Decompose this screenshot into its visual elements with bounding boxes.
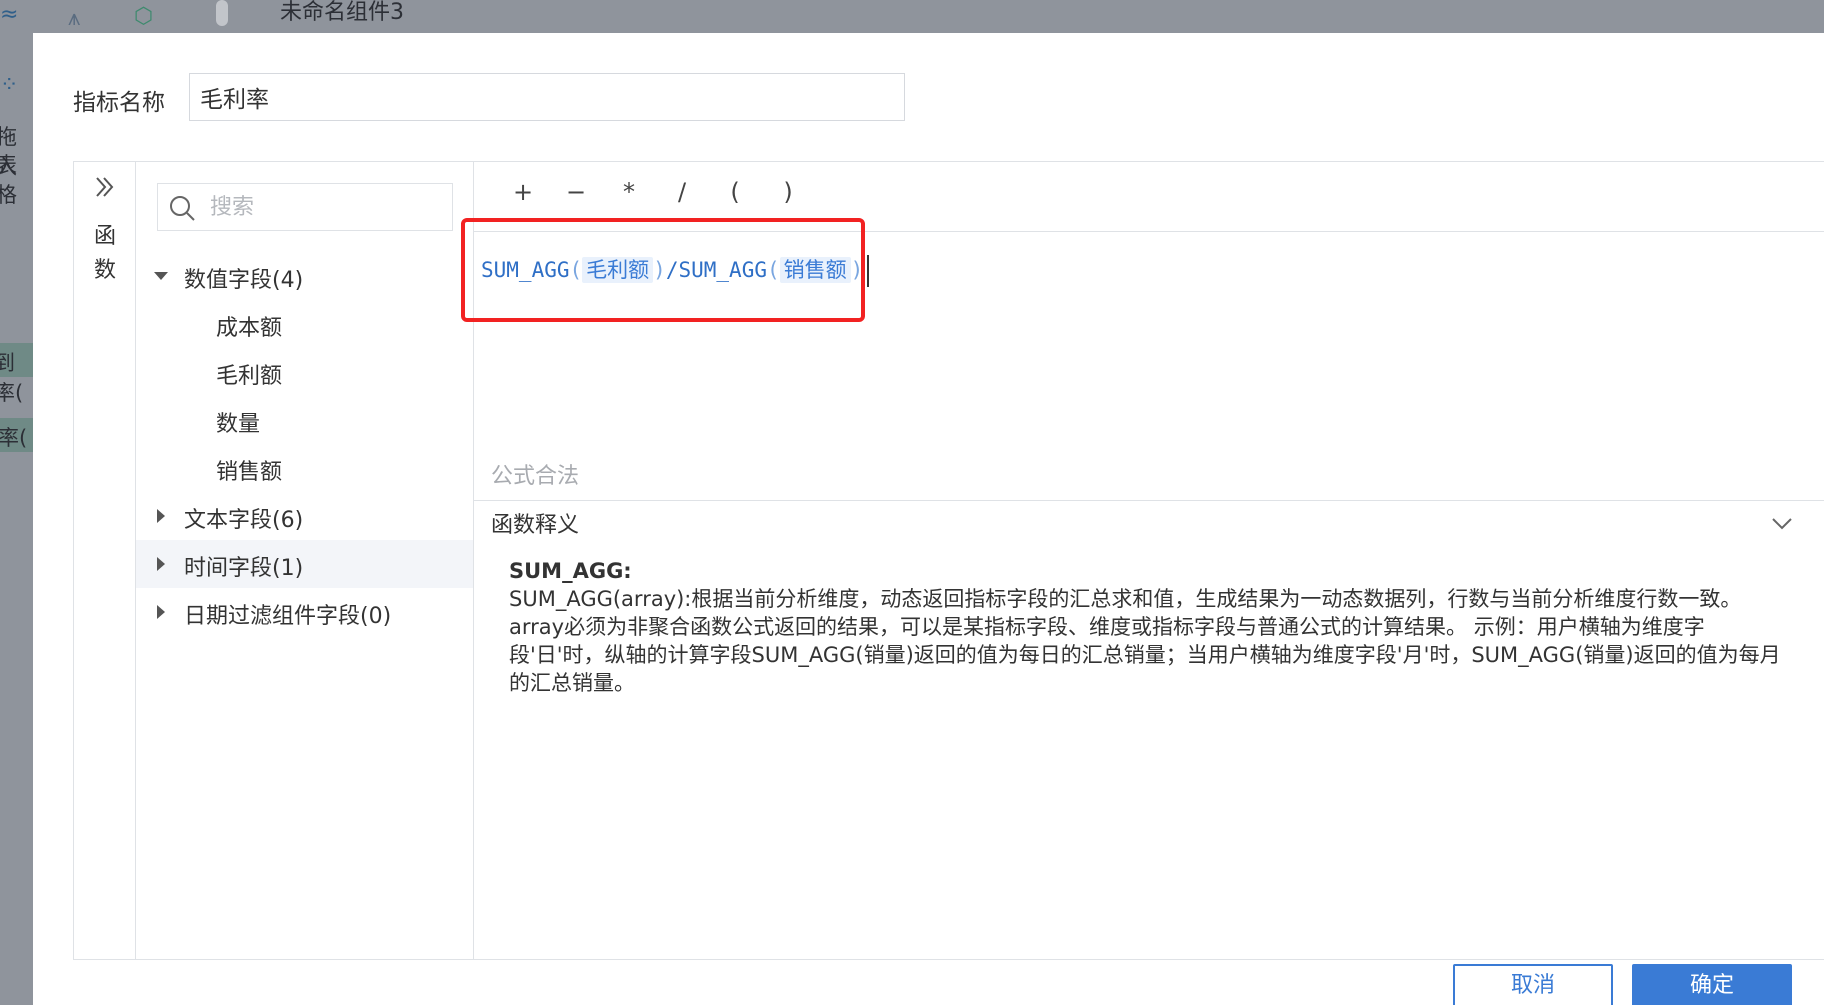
function-name: SUM_AGG:: [509, 559, 632, 583]
bg-text-fragment: 率(: [0, 426, 28, 450]
field-group-time[interactable]: 时间字段(1): [136, 540, 473, 588]
operator-open-paren-button[interactable]: (: [720, 178, 750, 206]
mountain-chart-icon: ⩚: [68, 6, 81, 31]
metric-name-input[interactable]: [189, 73, 905, 121]
field-item-label: 成本额: [216, 316, 283, 341]
function-explanation-body: SUM_AGG: SUM_AGG(array):根据当前分析维度，动态返回指标字…: [509, 557, 1784, 697]
field-item[interactable]: 毛利额: [136, 348, 473, 396]
text-cursor: [867, 255, 870, 287]
field-list-panel: 数值字段(4) 成本额 毛利额 数量 销售额 文本字段(6) 时间字段(1) 日…: [136, 162, 474, 959]
operator-multiply-button[interactable]: *: [614, 178, 644, 206]
formula-operator: /: [665, 258, 679, 282]
formula-editor-panel: 函数 数值字段(4) 成本额 毛利额 数量 销售额: [73, 161, 1824, 960]
search-box[interactable]: [157, 183, 453, 231]
scatter-icon: ⁘: [0, 73, 19, 98]
caret-down-icon[interactable]: [151, 266, 171, 286]
caret-right-icon[interactable]: [151, 506, 171, 526]
functions-label[interactable]: 函数: [88, 220, 122, 288]
field-group-label: 日期过滤组件字段(0): [184, 604, 392, 629]
formula-editor: + − * / ( ) SUM_AGG(毛利额)/SUM_AGG(销售额) 公式…: [461, 162, 1824, 959]
function-explanation-title: 函数释义: [491, 513, 580, 538]
formula-paren: (: [767, 258, 780, 282]
component-title: 未命名组件3: [280, 0, 404, 25]
operator-toolbar: + − * / ( ): [474, 162, 1824, 232]
field-item[interactable]: 成本额: [136, 300, 473, 348]
hexagon-icon: ⬡: [134, 4, 154, 29]
formula-validity-status: 公式合法: [491, 464, 580, 489]
confirm-button[interactable]: 确定: [1632, 964, 1792, 1005]
field-item-label: 毛利额: [216, 364, 283, 389]
field-group-text[interactable]: 文本字段(6): [136, 492, 473, 540]
field-group-date-filter[interactable]: 日期过滤组件字段(0): [136, 588, 473, 636]
background-scrollbar: [216, 0, 228, 26]
formula-input[interactable]: SUM_AGG(毛利额)/SUM_AGG(销售额): [481, 254, 870, 287]
operator-divide-button[interactable]: /: [667, 178, 697, 206]
chevron-down-icon[interactable]: [1770, 511, 1794, 535]
caret-right-icon[interactable]: [151, 554, 171, 574]
function-explanation-header[interactable]: 函数释义: [474, 500, 1824, 544]
formula-paren: (: [569, 258, 583, 282]
formula-field-tag[interactable]: 销售额: [779, 257, 851, 283]
cancel-button[interactable]: 取消: [1453, 964, 1613, 1005]
search-input[interactable]: [210, 184, 446, 230]
formula-field-tag[interactable]: 毛利额: [582, 257, 654, 283]
field-group-label: 时间字段(1): [184, 556, 304, 581]
field-item-label: 数量: [216, 412, 261, 437]
field-tree: 数值字段(4) 成本额 毛利额 数量 销售额 文本字段(6) 时间字段(1) 日…: [136, 252, 473, 636]
function-description: SUM_AGG(array):根据当前分析维度，动态返回指标字段的汇总求和值，生…: [509, 587, 1781, 695]
operator-plus-button[interactable]: +: [508, 178, 538, 206]
field-item-label: 销售额: [216, 460, 283, 485]
operator-close-paren-button[interactable]: ): [773, 178, 803, 206]
formula-function: SUM_AGG: [481, 258, 570, 282]
metric-name-label: 指标名称: [73, 90, 165, 116]
field-group-label: 文本字段(6): [184, 508, 304, 533]
formula-paren: ): [653, 258, 666, 282]
function-panel-toggle[interactable]: 函数: [74, 162, 136, 959]
formula-function: SUM_AGG: [678, 258, 767, 282]
bg-text-fragment: 表格: [0, 153, 17, 207]
formula-dialog: 指标名称 函数 数值字段(4): [33, 33, 1824, 1005]
background-sidebar: ⁘ 拖入 表格 到率( 率(: [0, 33, 33, 1005]
field-group-label: 数值字段(4): [184, 268, 304, 293]
bg-text-fragment: 到率(: [0, 351, 24, 405]
search-icon: [170, 196, 195, 221]
chart-line-icon: ≈: [0, 2, 19, 27]
background-header: ≈ ⩚ ⬡ 未命名组件3: [0, 0, 1824, 33]
double-chevron-right-icon[interactable]: [90, 172, 120, 202]
field-group-numeric[interactable]: 数值字段(4): [136, 252, 473, 300]
operator-minus-button[interactable]: −: [561, 178, 591, 206]
formula-paren: ): [850, 258, 864, 282]
field-item[interactable]: 销售额: [136, 444, 473, 492]
caret-right-icon[interactable]: [151, 602, 171, 622]
field-item[interactable]: 数量: [136, 396, 473, 444]
